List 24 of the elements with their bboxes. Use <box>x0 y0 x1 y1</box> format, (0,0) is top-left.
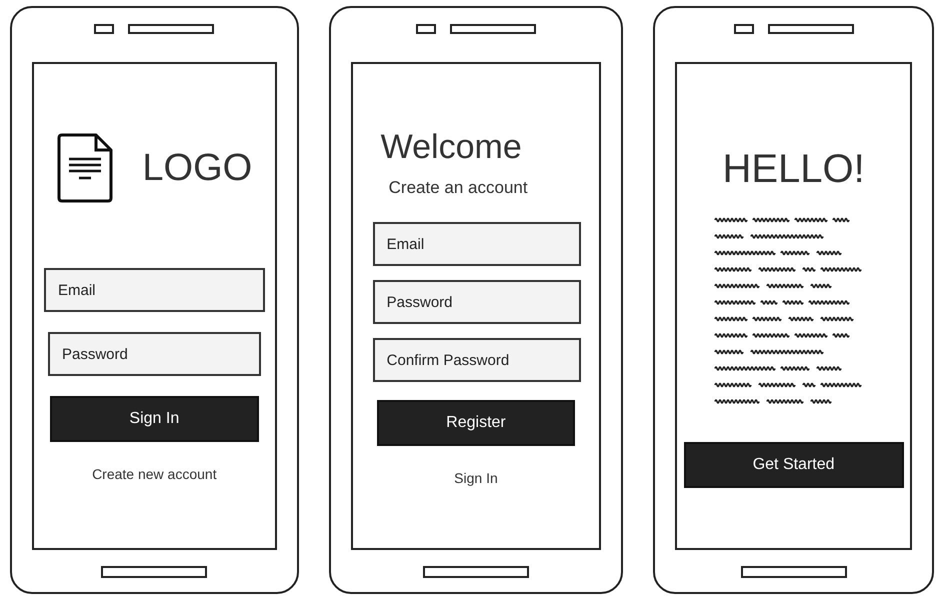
camera-icon <box>416 24 436 34</box>
camera-icon <box>734 24 754 34</box>
subtitle: Create an account <box>388 176 528 198</box>
input-field[interactable]: Email <box>372 222 582 266</box>
input-field[interactable]: Confirm Password <box>372 338 582 382</box>
home-button[interactable] <box>101 566 208 578</box>
primary-button[interactable]: Sign In <box>50 396 259 442</box>
text-link[interactable]: Create new account <box>34 464 275 485</box>
primary-button[interactable]: Register <box>376 400 576 446</box>
text-link[interactable]: Sign In <box>352 468 600 489</box>
home-button[interactable] <box>740 566 847 578</box>
speaker-icon <box>128 24 214 34</box>
input-field[interactable]: Password <box>48 332 261 376</box>
document-icon <box>56 132 114 204</box>
input-field[interactable]: Email <box>44 268 265 312</box>
logo-text: LOGO <box>142 146 252 190</box>
speaker-icon <box>450 24 536 34</box>
camera-icon <box>94 24 114 34</box>
primary-button[interactable]: Get Started <box>684 442 904 488</box>
home-button[interactable] <box>422 566 529 578</box>
hello-title: HELLO! <box>722 146 865 193</box>
speaker-icon <box>768 24 854 34</box>
input-field[interactable]: Password <box>372 280 582 324</box>
welcome-title: Welcome <box>380 127 522 168</box>
